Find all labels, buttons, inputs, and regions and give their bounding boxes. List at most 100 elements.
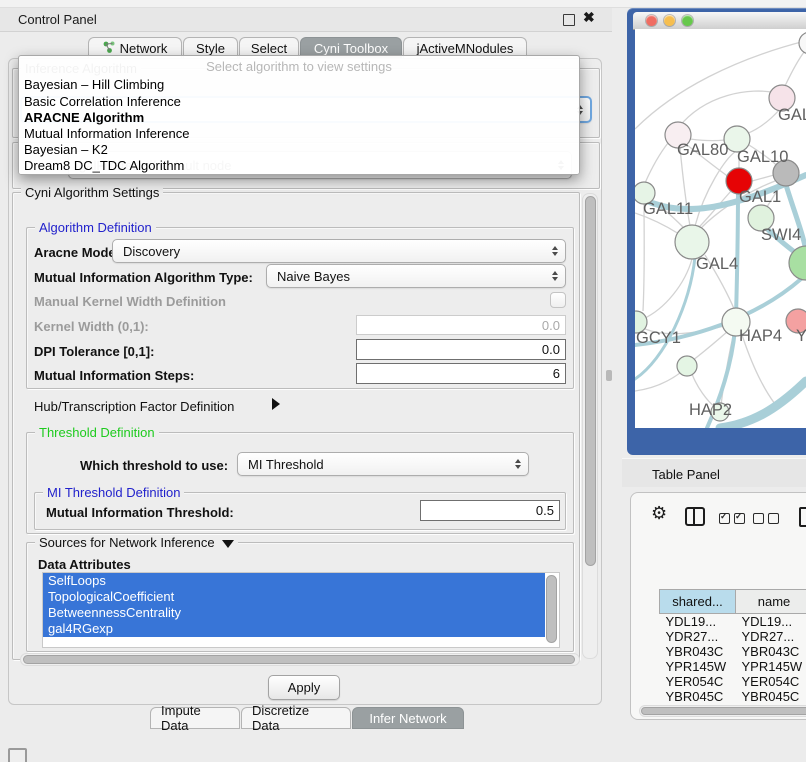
node-label: GAL7: [778, 106, 806, 124]
mi-threshold-field[interactable]: 0.5: [420, 500, 560, 521]
dpi-tolerance-value: 0.0: [542, 342, 560, 357]
hub-definition-toggle[interactable]: Hub/Transcription Factor Definition: [34, 399, 234, 414]
expanded-arrow-icon[interactable]: [222, 540, 234, 548]
node-label: SWI4: [761, 226, 801, 244]
aracne-mode-combobox[interactable]: Discovery: [112, 239, 566, 263]
data-attributes-list[interactable]: SelfLoops TopologicalCoefficient Between…: [42, 572, 560, 648]
top-strip: [0, 0, 806, 8]
node-hap2[interactable]: [677, 356, 697, 376]
list-item[interactable]: BetweennessCentrality: [43, 605, 545, 621]
scrollbar-thumb[interactable]: [585, 196, 596, 566]
tab-infer-network[interactable]: Infer Network: [352, 707, 464, 729]
menu-item-basic-correlation[interactable]: Basic Correlation Inference: [24, 94, 181, 109]
apply-button-label: Apply: [288, 680, 321, 695]
close-traffic-light-icon[interactable]: [646, 15, 657, 26]
kernel-width-label: Kernel Width (0,1):: [34, 319, 149, 334]
table-row[interactable]: YPR145WYPR145W9.: [660, 659, 806, 674]
sources-title-text: Sources for Network Inference: [39, 535, 215, 550]
menu-item-bayesian-k2[interactable]: Bayesian – K2: [24, 142, 108, 157]
network-graph: GAL7 GAL80 GAL10 GAL1 GAL11 SWI4 GAL4 HA…: [635, 29, 806, 428]
table-panel-card: ⚙ shared... name YDL19...YDL19...13 YDR2: [630, 492, 806, 720]
tab-infer-network-label: Infer Network: [369, 711, 446, 726]
panel-divider-grip[interactable]: [606, 370, 612, 381]
scrollbar-thumb[interactable]: [23, 655, 575, 664]
network-canvas[interactable]: GAL7 GAL80 GAL10 GAL1 GAL11 SWI4 GAL4 HA…: [635, 29, 806, 428]
collapsed-arrow-icon[interactable]: [272, 398, 280, 410]
node-label: GAL1: [739, 188, 781, 206]
which-threshold-value: MI Threshold: [248, 457, 324, 472]
tab-impute-data[interactable]: Impute Data: [150, 707, 240, 729]
aracne-mode-value: Discovery: [123, 244, 180, 259]
table-row[interactable]: YBR045CYBR045C9.: [660, 689, 806, 703]
which-threshold-label: Which threshold to use:: [80, 458, 228, 473]
column-header-shared[interactable]: shared...: [660, 590, 736, 614]
which-threshold-combobox[interactable]: MI Threshold: [237, 452, 529, 476]
mi-threshold-group-title: MI Threshold Definition: [43, 485, 184, 500]
mi-steps-label: Mutual Information Steps:: [34, 368, 194, 383]
cyni-algorithm-settings-title: Cyni Algorithm Settings: [21, 185, 163, 200]
table-row[interactable]: YDL19...YDL19...13: [660, 614, 806, 630]
tab-style-label: Style: [196, 41, 225, 56]
scrollbar-thumb[interactable]: [641, 707, 806, 715]
data-attributes-label: Data Attributes: [38, 557, 131, 572]
select-all-icon[interactable]: [719, 511, 745, 529]
network-icon: [103, 41, 115, 56]
tab-cyni-toolbox-label: Cyni Toolbox: [314, 41, 388, 56]
list-vertical-scrollbar[interactable]: [546, 575, 557, 643]
gear-icon[interactable]: ⚙: [651, 503, 667, 524]
menu-item-bayesian-hill-climbing[interactable]: Bayesian – Hill Climbing: [24, 77, 164, 92]
minimize-traffic-light-icon[interactable]: [664, 15, 675, 26]
tab-discretize-data[interactable]: Discretize Data: [241, 707, 351, 729]
node-attribute-table[interactable]: shared... name YDL19...YDL19...13 YDR27.…: [659, 589, 806, 703]
node-partial-top[interactable]: [799, 32, 806, 54]
list-item[interactable]: SelfLoops: [43, 573, 545, 589]
menu-item-aracne[interactable]: ARACNE Algorithm: [24, 110, 144, 125]
algorithm-definition-title: Algorithm Definition: [35, 220, 156, 235]
aracne-mode-label: Aracne Mode:: [34, 245, 120, 260]
kernel-width-value: 0.0: [542, 318, 560, 333]
combo-arrows-icon: [552, 246, 558, 256]
dpi-tolerance-field[interactable]: 0.0: [356, 339, 566, 360]
deselect-all-icon[interactable]: [753, 511, 779, 529]
table-row[interactable]: YBR043CYBR043C: [660, 644, 806, 659]
mi-type-label: Mutual Information Algorithm Type:: [34, 270, 253, 285]
table-header-row[interactable]: shared... name: [660, 590, 806, 614]
popup-placeholder: Select algorithm to view settings: [19, 59, 579, 74]
settings-vertical-scrollbar[interactable]: [582, 193, 598, 659]
mi-steps-field[interactable]: 6: [356, 363, 566, 384]
mi-steps-value: 6: [553, 366, 560, 381]
mi-type-value: Naive Bayes: [277, 269, 350, 284]
menu-item-mutual-information[interactable]: Mutual Information Inference: [24, 126, 189, 141]
menu-item-dream8[interactable]: Dream8 DC_TDC Algorithm: [24, 158, 184, 173]
settings-horizontal-scrollbar[interactable]: [20, 653, 580, 666]
network-window-titlebar[interactable]: [633, 12, 806, 30]
list-item[interactable]: TopologicalCoefficient: [43, 589, 545, 605]
node-label: HAP2: [689, 401, 732, 419]
minimized-panel-icon[interactable]: [8, 748, 27, 762]
table-panel-titlebar: Table Panel: [622, 458, 806, 487]
sources-group-title: Sources for Network Inference: [35, 535, 238, 550]
apply-button[interactable]: Apply: [268, 675, 340, 700]
split-columns-icon[interactable]: [685, 507, 705, 526]
zoom-traffic-light-icon[interactable]: [682, 15, 693, 26]
close-icon[interactable]: ✖: [583, 9, 595, 26]
node-label: GAL4: [696, 255, 738, 273]
node-gal4[interactable]: [675, 225, 709, 259]
column-header-name[interactable]: name: [736, 590, 806, 614]
table-row[interactable]: YER054CYER054C8.: [660, 674, 806, 689]
table-horizontal-scrollbar[interactable]: [639, 705, 806, 717]
tab-impute-data-label: Impute Data: [161, 703, 229, 733]
mi-type-combobox[interactable]: Naive Bayes: [266, 264, 566, 288]
tab-network-label: Network: [120, 41, 168, 56]
table-row[interactable]: YDR27...YDR27...12: [660, 629, 806, 644]
control-panel-title: Control Panel: [18, 12, 97, 27]
kernel-width-field[interactable]: 0.0: [356, 315, 566, 335]
float-panel-icon[interactable]: [563, 14, 575, 26]
table-icon[interactable]: [799, 507, 806, 527]
node-label: GAL80: [677, 141, 728, 159]
tab-select-label: Select: [251, 41, 287, 56]
list-item[interactable]: gal4RGexp: [43, 621, 545, 637]
manual-kernel-checkbox[interactable]: [550, 292, 566, 308]
manual-kernel-label: Manual Kernel Width Definition: [34, 294, 226, 309]
tab-discretize-data-label: Discretize Data: [252, 703, 340, 733]
